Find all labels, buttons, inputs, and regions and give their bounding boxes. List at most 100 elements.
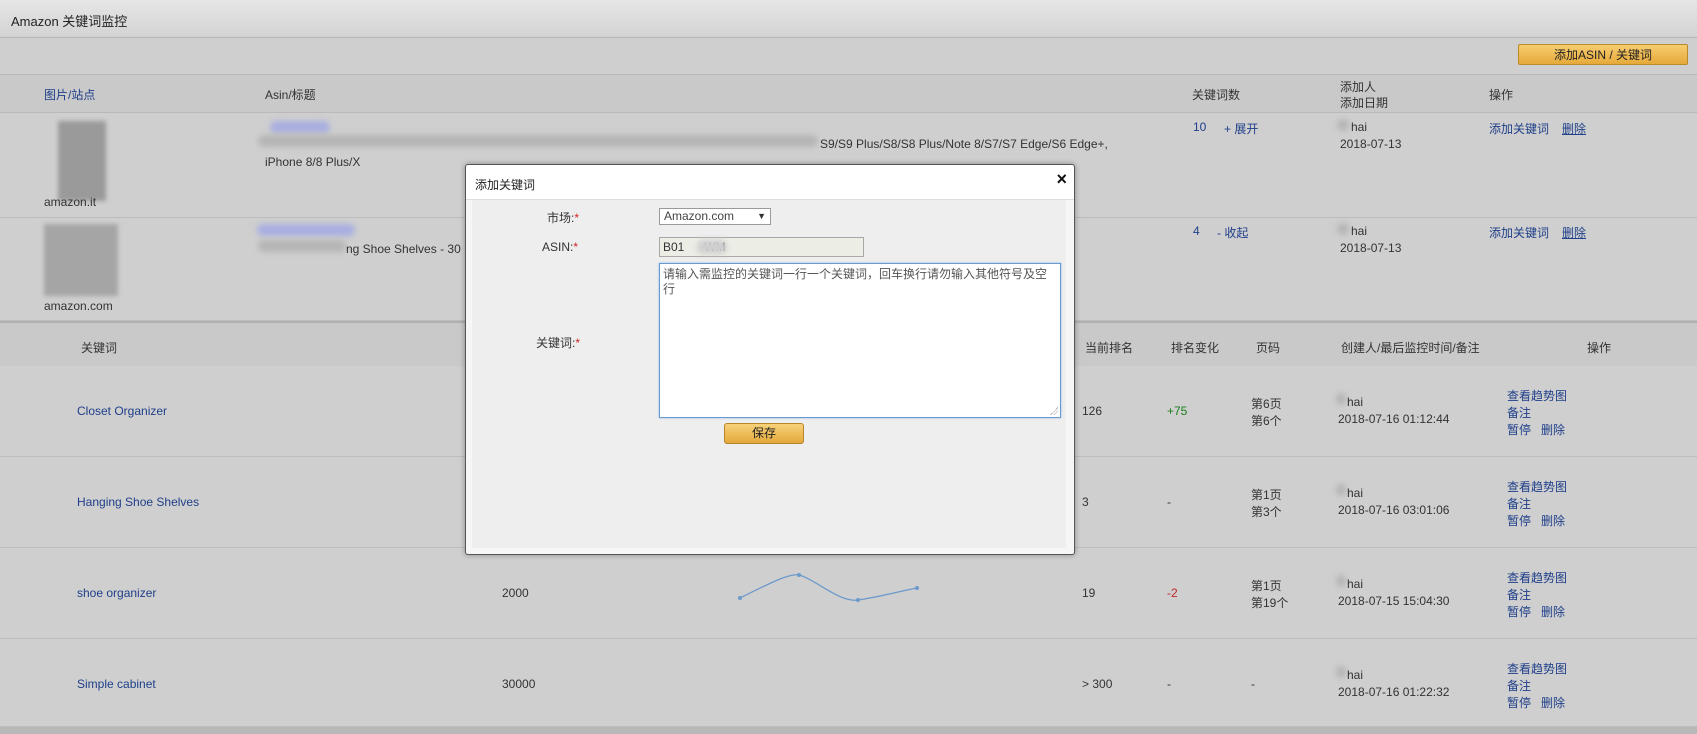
rank-change: -: [1167, 495, 1171, 509]
product-title-end: S9/S9 Plus/S8/S8 Plus/Note 8/S7/S7 Edge/…: [820, 137, 1108, 151]
page: Amazon 关键词监控 添加ASIN / 关键词 图片/站点 Asin/标题 …: [0, 0, 1697, 734]
page-title: Amazon 关键词监控: [11, 14, 128, 29]
expand-toggle[interactable]: + 展开: [1224, 120, 1258, 137]
save-button[interactable]: 保存: [724, 423, 804, 444]
page-position: 第6个: [1251, 414, 1282, 428]
close-icon[interactable]: ×: [1056, 169, 1067, 190]
asin-label: ASIN:*: [542, 240, 579, 254]
page-number: 第6页: [1251, 397, 1282, 411]
added-date: 2018-07-13: [1340, 241, 1402, 255]
asin-input[interactable]: B01 WM: [659, 237, 864, 257]
dialog-header: 添加关键词 ×: [466, 165, 1074, 200]
note-link[interactable]: 备注: [1507, 586, 1531, 603]
avatar: [1336, 484, 1346, 496]
product-asin-link[interactable]: [270, 121, 330, 133]
product-title-end: ng Shoe Shelves - 30: [346, 242, 461, 256]
market-selected-value: Amazon.com: [664, 209, 735, 223]
add-asin-keyword-button[interactable]: 添加ASIN / 关键词: [1518, 44, 1688, 65]
redacted-title: [258, 135, 818, 147]
page-position: 第19个: [1251, 596, 1289, 610]
creator: hai: [1347, 486, 1364, 500]
creator: hai: [1347, 577, 1364, 591]
note-link[interactable]: 备注: [1507, 495, 1531, 512]
creator: hai: [1347, 395, 1364, 409]
delete-link[interactable]: 删除: [1541, 694, 1565, 711]
last-monitor-time: 2018-07-16 01:12:44: [1338, 412, 1450, 426]
view-trend-link[interactable]: 查看趋势图: [1507, 387, 1567, 404]
added-by: hai: [1351, 120, 1368, 134]
delete-link[interactable]: 删除: [1541, 512, 1565, 529]
keyword-link[interactable]: shoe organizer: [77, 586, 156, 600]
keyword-count[interactable]: 10: [1193, 120, 1206, 134]
header-added-by: 添加人: [1340, 80, 1377, 94]
pause-link[interactable]: 暂停: [1507, 512, 1531, 529]
toolbar: 添加ASIN / 关键词: [0, 38, 1697, 75]
delete-link[interactable]: 删除: [1541, 603, 1565, 620]
header-actions: 操作: [1489, 88, 1514, 102]
current-rank: 126: [1082, 404, 1103, 418]
keyword-placeholder: 请输入需监控的关键词一行一个关键词，回车换行请勿输入其他符号及空行: [663, 267, 1048, 296]
rank-change: -2: [1167, 586, 1178, 600]
delete-link[interactable]: 删除: [1562, 120, 1586, 137]
keyword-count[interactable]: 4: [1193, 224, 1200, 238]
header-image-site[interactable]: 图片/站点: [44, 86, 95, 103]
header-page: 页码: [1256, 341, 1281, 355]
current-rank: 19: [1082, 586, 1096, 600]
pause-link[interactable]: 暂停: [1507, 421, 1531, 438]
current-rank: > 300: [1082, 677, 1113, 691]
redacted-asin: [697, 240, 727, 254]
pause-link[interactable]: 暂停: [1507, 603, 1531, 620]
redacted-title: [258, 240, 346, 252]
product-image[interactable]: [44, 224, 118, 296]
keyword-textarea[interactable]: 请输入需监控的关键词一行一个关键词，回车换行请勿输入其他符号及空行: [659, 263, 1061, 418]
trend-sparkline[interactable]: [730, 563, 930, 613]
collapse-toggle[interactable]: - 收起: [1217, 224, 1248, 241]
header-actions: 操作: [1587, 341, 1612, 355]
dialog-body: 市场:* Amazon.com ▼ ASIN:* B01 WM 关键词:* 请输…: [472, 200, 1066, 548]
product-site: amazon.com: [44, 299, 113, 313]
pause-link[interactable]: 暂停: [1507, 694, 1531, 711]
page-number: 第1页: [1251, 579, 1282, 593]
view-trend-link[interactable]: 查看趋势图: [1507, 660, 1567, 677]
product-asin-link[interactable]: [257, 224, 355, 236]
add-keyword-link[interactable]: 添加关键词: [1489, 224, 1549, 241]
added-by: hai: [1351, 224, 1368, 238]
header-current-rank: 当前排名: [1085, 341, 1134, 355]
search-volume: 2000: [502, 586, 529, 600]
delete-link[interactable]: 删除: [1562, 224, 1586, 241]
scrollbar-area[interactable]: [0, 727, 1697, 734]
header-creator: 创建人/最后监控时间/备注: [1341, 341, 1480, 355]
resize-handle[interactable]: [1050, 407, 1058, 415]
note-link[interactable]: 备注: [1507, 677, 1531, 694]
market-select[interactable]: Amazon.com ▼: [659, 208, 771, 225]
last-monitor-time: 2018-07-16 03:01:06: [1338, 503, 1450, 517]
creator: hai: [1347, 668, 1364, 682]
search-volume: 30000: [502, 677, 536, 691]
keyword-link[interactable]: Hanging Shoe Shelves: [77, 495, 199, 509]
view-trend-link[interactable]: 查看趋势图: [1507, 569, 1567, 586]
add-keyword-dialog: 添加关键词 × 市场:* Amazon.com ▼ ASIN:* B01 WM …: [465, 164, 1075, 555]
title-bar: Amazon 关键词监控: [0, 0, 1697, 38]
header-added-date: 添加日期: [1340, 96, 1389, 110]
view-trend-link[interactable]: 查看趋势图: [1507, 478, 1567, 495]
add-keyword-link[interactable]: 添加关键词: [1489, 120, 1549, 137]
avatar: [1336, 666, 1346, 678]
delete-link[interactable]: 删除: [1541, 421, 1565, 438]
product-title-line2: iPhone 8/8 Plus/X: [265, 155, 361, 169]
keyword-row: shoe organizer 2000 19 -2 第1页 第19个 hai 2…: [0, 548, 1697, 639]
keyword-label: 关键词:*: [536, 336, 581, 350]
header-rank-change: 排名变化: [1171, 341, 1220, 355]
keyword-row: Simple cabinet 30000 > 300 - - hai 2018-…: [0, 639, 1697, 727]
current-rank: 3: [1082, 495, 1089, 509]
page-number: 第1页: [1251, 488, 1282, 502]
keyword-link[interactable]: Closet Organizer: [77, 404, 167, 418]
market-label: 市场:*: [547, 211, 580, 225]
avatar: [1336, 575, 1346, 587]
keyword-link[interactable]: Simple cabinet: [77, 677, 156, 691]
header-asin-title: Asin/标题: [265, 88, 316, 102]
dialog-title: 添加关键词: [475, 178, 536, 192]
last-monitor-time: 2018-07-15 15:04:30: [1338, 594, 1450, 608]
avatar: [1336, 393, 1346, 405]
note-link[interactable]: 备注: [1507, 404, 1531, 421]
product-image[interactable]: [58, 121, 106, 201]
